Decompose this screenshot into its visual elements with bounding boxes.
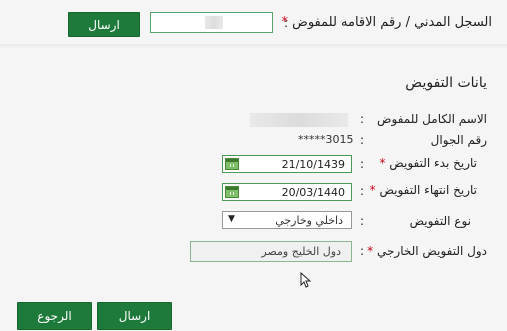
end-date-label-text: تاريخ انتهاء التفويض [379,183,477,197]
mouse-cursor-icon [300,272,312,288]
type-value: داخلي وخارجي [275,214,343,227]
required-mark: * [369,183,376,197]
mobile-label: رقم الجوال [430,133,487,147]
calendar-icon[interactable] [225,158,239,170]
chevron-down-icon: ▼ [228,214,235,224]
national-id-label: السجل المدني / رقم الاقامه للمفوض * [281,15,492,30]
send-button[interactable]: ارسال [97,302,172,330]
national-id-label-text: السجل المدني / رقم الاقامه للمفوض [292,15,492,30]
send-id-button[interactable]: ارسال [68,12,140,37]
national-id-input[interactable] [150,12,273,33]
countries-label: دول التفويض الخارجي * [367,244,487,258]
full-name-value [250,113,348,127]
start-date-value: 21/10/1439 [281,158,345,171]
section-title: يانات التفويض [405,75,487,91]
full-name-label: الاسم الكامل للمفوض [377,112,487,126]
send-button-label: ارسال [118,309,151,323]
colon: : [360,214,365,228]
send-id-button-label: ارسال [88,17,120,32]
start-date-label: تاريخ بدء التفويض * [379,156,477,170]
end-date-value: 20/03/1440 [281,186,345,199]
colon: : [360,244,365,258]
start-date-input[interactable]: 21/10/1439 [222,155,352,173]
countries-field[interactable]: دول الخليج ومصر [190,241,352,262]
required-mark: * [379,156,386,170]
required-mark: * [367,244,374,258]
section-divider [0,44,507,48]
countries-value: دول الخليج ومصر [261,245,341,258]
colon: : [360,184,365,198]
masked-value [205,16,223,29]
countries-label-text: دول التفويض الخارجي [376,244,487,258]
colon: : [360,133,365,147]
colon: : [360,112,365,126]
start-date-label-text: تاريخ بدء التفويض [389,156,477,170]
end-date-label: تاريخ انتهاء التفويض * [370,183,477,197]
back-button[interactable]: الرجوع [17,302,92,330]
calendar-icon[interactable] [225,186,239,198]
type-label: نوع التفويض [409,214,471,228]
colon: : [360,157,365,171]
mobile-value: *****3015 [298,133,354,146]
colon: : [284,16,289,30]
back-button-label: الرجوع [37,309,72,323]
type-select[interactable]: ▼ داخلي وخارجي [222,211,352,229]
end-date-input[interactable]: 20/03/1440 [222,183,352,201]
